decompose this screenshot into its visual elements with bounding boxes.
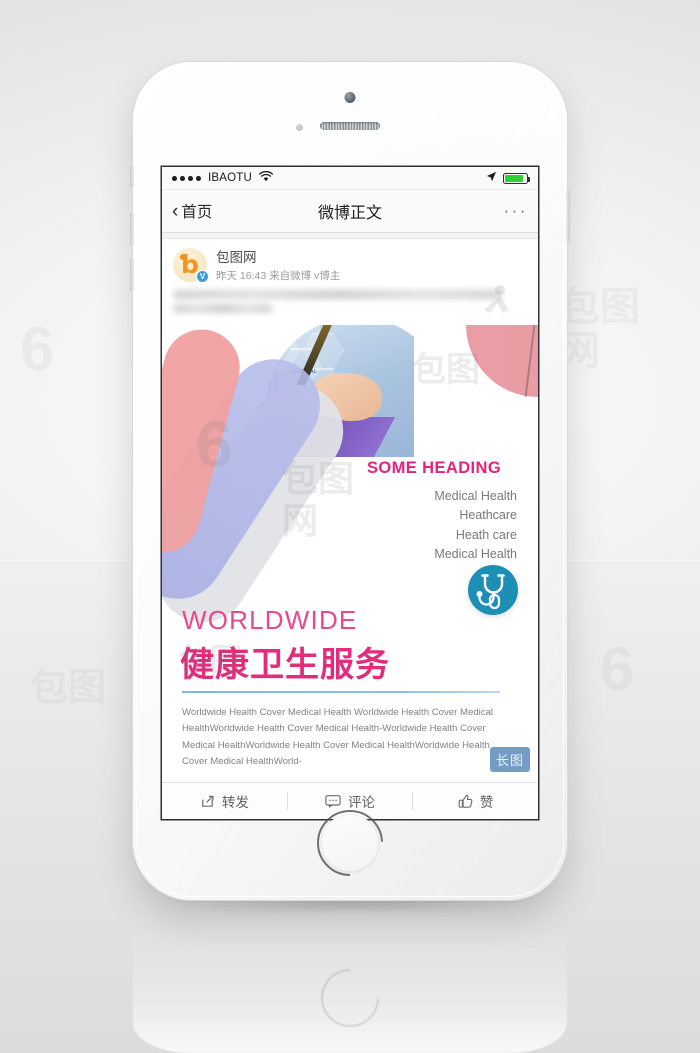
- thumbs-up-icon: [458, 794, 473, 808]
- location-arrow-icon: [486, 171, 497, 185]
- page-watermark: 6: [20, 315, 54, 384]
- blurred-text-line: [173, 289, 503, 299]
- mute-switch[interactable]: [130, 166, 134, 188]
- poster-paragraph: Worldwide Health Cover Medical Health Wo…: [182, 706, 494, 768]
- nav-bar: ‹ 首页 微博正文 ···: [162, 190, 538, 233]
- poster-image[interactable]: MEDICAL Health Care Diet Drug Life Pract…: [162, 324, 538, 774]
- poster-rule: [182, 690, 500, 693]
- proximity-sensor: [296, 124, 303, 131]
- post-body-text: [162, 284, 538, 325]
- svg-text:包图: 包图: [560, 284, 640, 330]
- post-content: b V 包图网 昨天 16:43 来自微博 v博主 SOME HEADING M…: [162, 233, 538, 819]
- repost-label: 转发: [221, 795, 249, 810]
- avatar[interactable]: b V: [173, 248, 209, 283]
- status-bar: IBAOTU: [162, 167, 538, 190]
- volume-down-button[interactable]: [130, 258, 134, 292]
- list-item: Heathcare: [459, 508, 517, 523]
- watermark-person-icon: [484, 284, 509, 313]
- repost-button[interactable]: 转发: [162, 791, 287, 811]
- reflected-home-button: [321, 969, 379, 1027]
- page-title: 微博正文: [317, 205, 382, 222]
- username[interactable]: 包图网: [216, 249, 340, 267]
- earpiece-speaker: [320, 122, 380, 130]
- poster-chinese-title: 健康卫生服务: [180, 645, 390, 684]
- more-horizontal-icon[interactable]: ···: [504, 201, 528, 221]
- timestamp-text: 昨天 16:43: [216, 270, 267, 283]
- like-button[interactable]: 赞: [413, 791, 538, 811]
- front-camera: [344, 92, 356, 103]
- phone-device: IBAOTU ‹ 首页 微博正文 ··· b V 包图网 昨天 16:43 来自…: [130, 62, 570, 900]
- signal-strength-icon: [172, 175, 201, 181]
- post-source: 来自微博 v博主: [269, 270, 341, 283]
- poster-sub-list: Medical Health Heathcare Heath care Medi…: [282, 487, 517, 565]
- phone-reflection: [133, 906, 567, 1053]
- volume-up-button[interactable]: [130, 212, 134, 246]
- poster-worldwide-label: WORLDWIDE: [182, 604, 358, 635]
- list-item: Medical Health: [434, 546, 517, 561]
- comment-label: 评论: [348, 795, 375, 810]
- list-item: Medical Health: [434, 488, 517, 503]
- comment-button[interactable]: 评论: [288, 791, 413, 811]
- home-button[interactable]: [321, 814, 379, 872]
- carrier-label: IBAOTU: [208, 172, 253, 184]
- long-image-badge: 长图: [489, 746, 530, 772]
- decor-quarter-circle: [466, 324, 538, 397]
- verified-badge: V: [196, 270, 209, 283]
- like-label: 赞: [479, 795, 494, 810]
- avatar-logo-dot: [180, 254, 186, 260]
- post-timestamp: 昨天 16:43 来自微博 v博主: [216, 270, 340, 284]
- stethoscope-icon: [468, 564, 518, 615]
- blurred-text-line: [173, 303, 273, 313]
- share-icon: [202, 795, 214, 807]
- power-button[interactable]: [566, 190, 570, 242]
- page-watermark: 包图 网: [560, 284, 640, 374]
- battery-icon: [503, 172, 530, 184]
- svg-text:6: 6: [20, 315, 54, 384]
- list-item: Heath care: [455, 527, 517, 542]
- wifi-icon: [259, 170, 273, 185]
- post-header: b V 包图网 昨天 16:43 来自微博 v博主: [162, 239, 538, 287]
- phone-screen: IBAOTU ‹ 首页 微博正文 ··· b V 包图网 昨天 16:43 来自…: [162, 167, 538, 819]
- comment-icon: [325, 795, 341, 808]
- poster-heading: SOME HEADING: [367, 458, 502, 477]
- svg-text:包图: 包图: [412, 350, 480, 390]
